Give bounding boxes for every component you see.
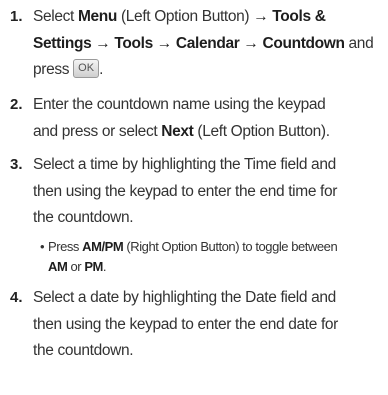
text-line: and press or select Next (Left Option Bu… [33, 119, 388, 146]
text-run: then using the keypad to enter the end t… [33, 182, 338, 200]
bullet-dot: • [40, 239, 45, 254]
text-run: and [344, 34, 374, 52]
text-run: . [99, 61, 104, 78]
text-run: press [33, 61, 74, 78]
pm-label: PM [84, 259, 103, 274]
text-run: or [67, 259, 85, 274]
menu-path-label: Settings → Tools → Calendar → Countdown [33, 34, 345, 52]
text-run: Select a date by highlighting the Date f… [33, 289, 336, 306]
text-run: (Right Option Button) to toggle between [123, 239, 338, 254]
text-run: . [102, 259, 107, 274]
text-run: and press or select [33, 122, 162, 140]
step-text: Select a date by highlighting the Date f… [33, 285, 388, 365]
text-run: Select [33, 8, 78, 25]
bullet-text: Press AM/PM (Right Option Button) to tog… [48, 237, 388, 277]
step-text: Select a time by highlighting the Time f… [33, 152, 388, 232]
text-line: Enter the countdown name using the keypa… [33, 92, 388, 119]
text-line: the countdown. [33, 205, 388, 232]
text-run: the countdown. [33, 209, 134, 226]
ok-key-icon: OK [73, 58, 100, 78]
step-text: Enter the countdown name using the keypa… [33, 92, 388, 145]
text-run: the countdown. [33, 342, 134, 359]
text-line: Select a date by highlighting the Date f… [33, 285, 388, 312]
text-line: Select Menu (Left Option Button) → Tools… [33, 4, 388, 31]
step-text: Select Menu (Left Option Button) → Tools… [33, 4, 388, 84]
text-run: Enter the countdown name using the keypa… [33, 96, 326, 113]
menu-label: Menu [77, 8, 118, 25]
text-run: (Left Option Button). [193, 122, 330, 140]
step-number: 2. [10, 96, 23, 113]
tools-settings-label: → Tools & [253, 8, 326, 25]
next-label: Next [161, 122, 194, 140]
step-number: 4. [10, 289, 23, 306]
text-line: Press AM/PM (Right Option Button) to tog… [48, 237, 388, 257]
text-run: Press [48, 239, 83, 254]
text-run: Select a time by highlighting the Time f… [33, 156, 336, 173]
text-line: Settings → Tools → Calendar → Countdown … [33, 31, 388, 58]
ampm-label: AM/PM [82, 239, 124, 254]
text-line: then using the keypad to enter the end d… [33, 312, 388, 339]
step-number: 3. [10, 156, 23, 173]
text-line: AM or PM. [48, 257, 388, 277]
text-run: (Left Option Button) [117, 8, 254, 25]
step-number: 1. [10, 8, 23, 25]
am-label: AM [48, 259, 68, 274]
text-line: Select a time by highlighting the Time f… [33, 152, 388, 179]
instructions-document: 1. Select Menu (Left Option Button) → To… [0, 0, 388, 395]
text-line: the countdown. [33, 338, 388, 365]
text-run: then using the keypad to enter the end d… [33, 315, 338, 333]
text-line: press OK. [33, 57, 388, 84]
text-line: then using the keypad to enter the end t… [33, 179, 388, 206]
